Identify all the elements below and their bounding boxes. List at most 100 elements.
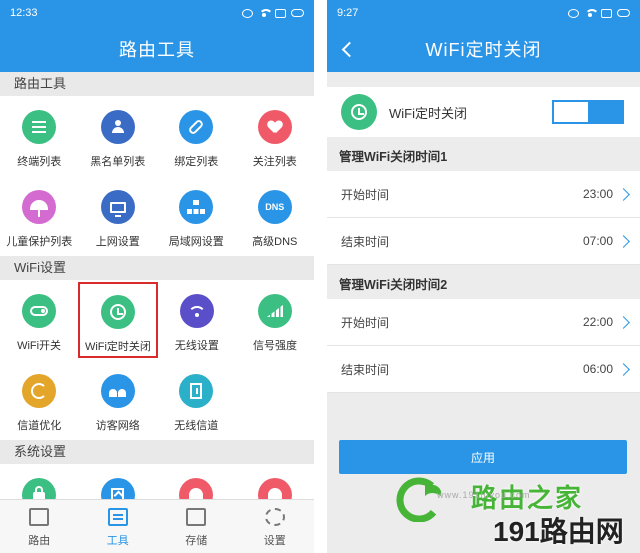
- time-label: 结束时间: [341, 234, 390, 249]
- timer-icon: [341, 94, 377, 130]
- time-label: 结束时间: [341, 362, 390, 377]
- watermark-url: www.191luyou.com: [437, 490, 531, 500]
- settings-gear-icon: [264, 508, 285, 526]
- start-time-row[interactable]: 开始时间 23:00: [327, 171, 640, 218]
- storage-tab-icon: [186, 508, 207, 526]
- tool-item[interactable]: 关注列表: [236, 96, 315, 176]
- battery-icon: [617, 9, 630, 17]
- tool-item-label: 关注列表: [252, 156, 297, 168]
- refresh-icon: [22, 374, 57, 408]
- wifi-timer-switch[interactable]: [552, 100, 624, 124]
- heart-icon: [257, 110, 292, 144]
- time-value: 06:00: [582, 362, 613, 376]
- watermark-site: 191路由网: [493, 516, 624, 547]
- tool-grid-row: 信道优化 访客网络 无线信道: [0, 360, 314, 440]
- wifi-icon: [179, 294, 214, 328]
- section-header: 路由工具: [0, 72, 314, 96]
- wifi-status-icon: [584, 8, 599, 18]
- toggle-label: WiFi定时关闭: [389, 105, 467, 121]
- tool-item-label: 访客网络: [95, 420, 140, 432]
- toggle-icon: [22, 294, 57, 328]
- section-header: WiFi设置: [0, 256, 314, 280]
- wifi-status-icon: [258, 8, 273, 18]
- section-header: 系统设置: [0, 440, 314, 464]
- tool-item-label: 绑定列表: [174, 156, 219, 168]
- switch-knob: [554, 102, 588, 122]
- tab-item[interactable]: 设置: [236, 500, 315, 553]
- end-time-row[interactable]: 结束时间 07:00: [327, 218, 640, 265]
- title-bar: 路由工具: [0, 26, 314, 72]
- tab-item[interactable]: 路由: [0, 500, 79, 553]
- status-icons: [242, 8, 304, 18]
- back-icon[interactable]: [339, 38, 359, 60]
- chevron-right-icon: [617, 362, 630, 376]
- tool-item[interactable]: 无线信道: [157, 360, 236, 440]
- lan-icon: [179, 190, 214, 224]
- people-icon: [100, 374, 135, 408]
- tool-sections: 路由工具 终端列表 黑名单列表 绑定列表 关注列表 儿童保护列表 上网设置 局域网设置 DNS 高…: [0, 72, 314, 544]
- time-value: 23:00: [582, 187, 613, 201]
- tool-item[interactable]: 访客网络: [79, 360, 158, 440]
- sim-icon: [601, 8, 612, 18]
- battery-icon: [291, 9, 304, 17]
- page-title: WiFi定时关闭: [425, 40, 542, 60]
- tool-item-label: 信号强度: [252, 340, 297, 352]
- time-label: 开始时间: [341, 315, 390, 330]
- tool-item[interactable]: 信道优化: [0, 360, 79, 440]
- tool-item[interactable]: 上网设置: [79, 176, 158, 256]
- tool-item-label: 儿童保护列表: [6, 236, 73, 248]
- user-block-icon: [100, 110, 135, 144]
- time-value: 07:00: [582, 234, 613, 248]
- tools-screen: 12:33 路由工具 路由工具 终端列表 黑名单列表 绑定列表 关注列表 儿童保护列表 上网…: [0, 0, 314, 553]
- time-label: 开始时间: [341, 187, 390, 202]
- start-time-row[interactable]: 开始时间 22:00: [327, 299, 640, 346]
- tool-item[interactable]: DNS 高级DNS: [236, 176, 315, 256]
- tool-item-label: WiFi定时关闭: [84, 341, 151, 353]
- tool-grid-row: 终端列表 黑名单列表 绑定列表 关注列表: [0, 96, 314, 176]
- tool-item[interactable]: 黑名单列表: [79, 96, 158, 176]
- schedule-group-header: 管理WiFi关闭时间2: [327, 265, 640, 299]
- tool-item[interactable]: 局域网设置: [157, 176, 236, 256]
- sim-icon: [275, 8, 286, 18]
- tool-item[interactable]: 绑定列表: [157, 96, 236, 176]
- tool-item[interactable]: 儿童保护列表: [0, 176, 79, 256]
- tool-item-label: 信道优化: [17, 420, 62, 432]
- title-bar: WiFi定时关闭: [327, 26, 640, 72]
- wifi-timer-toggle-row: WiFi定时关闭: [327, 87, 640, 137]
- tab-item[interactable]: 存储: [157, 500, 236, 553]
- status-time: 9:27: [337, 7, 359, 19]
- alarm-icon: [242, 8, 253, 18]
- schedule-groups: 管理WiFi关闭时间1 开始时间 23:00 结束时间 07:00 管理WiFi关闭时间2…: [327, 137, 640, 393]
- tool-grid-row: WiFi开关 WiFi定时关闭 无线设置 信号强度: [0, 280, 314, 360]
- apply-button[interactable]: 应用: [339, 440, 627, 474]
- status-bar: 12:33: [0, 0, 314, 26]
- tool-item-label: 无线设置: [174, 340, 219, 352]
- tab-label: 设置: [263, 535, 286, 547]
- tool-item-label: 高级DNS: [252, 236, 298, 248]
- tool-item-label: 上网设置: [95, 236, 140, 248]
- watermark: 路由之家 www.191luyou.com 191路由网: [393, 470, 640, 553]
- tools-tab-icon: [107, 508, 128, 526]
- status-icons: [568, 8, 630, 18]
- tool-item-label: 黑名单列表: [90, 156, 146, 168]
- tool-item[interactable]: 终端列表: [0, 96, 79, 176]
- chevron-right-icon: [617, 187, 630, 201]
- alarm-icon: [568, 8, 579, 18]
- tab-item[interactable]: 工具: [79, 500, 158, 553]
- tab-label: 路由: [28, 535, 51, 547]
- tool-item[interactable]: WiFi开关: [0, 280, 78, 360]
- tab-label: 工具: [106, 535, 129, 547]
- timer-icon: [100, 295, 135, 329]
- signal-icon: [257, 294, 292, 328]
- router-tab-icon: [29, 508, 50, 526]
- tool-item[interactable]: 信号强度: [236, 280, 314, 360]
- chevron-right-icon: [617, 234, 630, 248]
- tool-item[interactable]: WiFi定时关闭: [78, 282, 158, 358]
- end-time-row[interactable]: 结束时间 06:00: [327, 346, 640, 393]
- tool-item-label: 终端列表: [17, 156, 62, 168]
- chevron-right-icon: [617, 315, 630, 329]
- status-bar: 9:27: [327, 0, 640, 26]
- tool-item[interactable]: 无线设置: [158, 280, 236, 360]
- tool-grid-row: 儿童保护列表 上网设置 局域网设置 DNS 高级DNS: [0, 176, 314, 256]
- tab-label: 存储: [185, 535, 208, 547]
